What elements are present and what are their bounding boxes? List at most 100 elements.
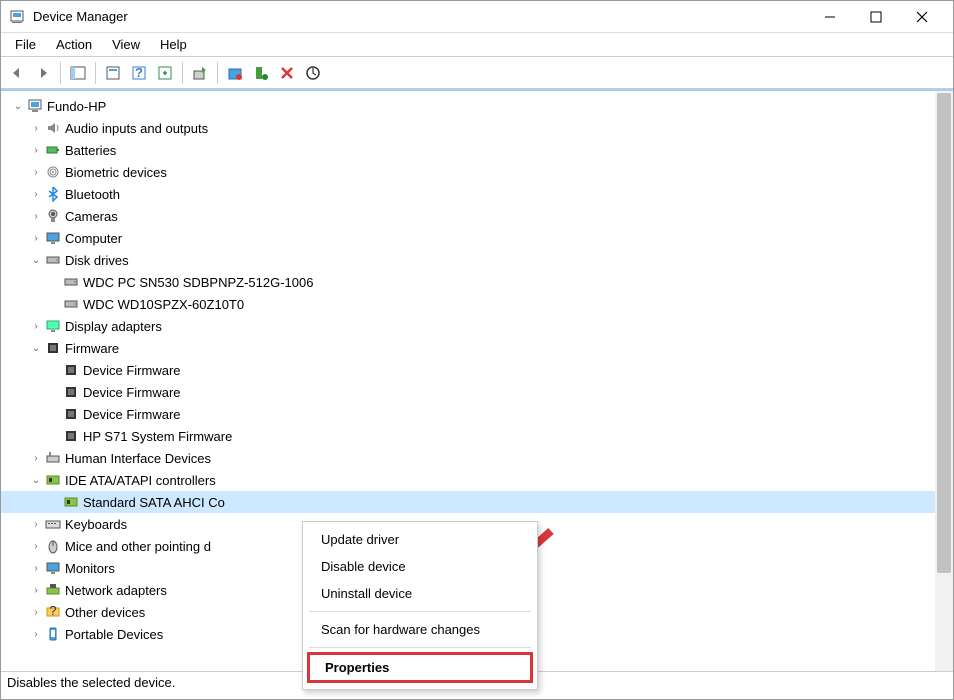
back-button[interactable] [5, 61, 29, 85]
node-label: Biometric devices [65, 165, 167, 180]
chevron-right-icon[interactable]: › [29, 189, 43, 200]
speaker-icon [45, 120, 61, 136]
chevron-right-icon[interactable]: › [29, 321, 43, 332]
menu-action[interactable]: Action [46, 35, 102, 54]
tree-fw-1[interactable]: Device Firmware [1, 359, 935, 381]
vertical-scrollbar[interactable] [935, 91, 953, 671]
minimize-button[interactable] [807, 1, 853, 33]
chevron-right-icon[interactable]: › [29, 211, 43, 222]
tree-cameras[interactable]: › Cameras [1, 205, 935, 227]
app-icon [9, 9, 25, 25]
menu-help[interactable]: Help [150, 35, 197, 54]
chevron-right-icon[interactable]: › [29, 541, 43, 552]
tree-biometric[interactable]: › Biometric devices [1, 161, 935, 183]
help-button[interactable]: ? [127, 61, 151, 85]
tree-disk-1[interactable]: WDC PC SN530 SDBPNPZ-512G-1006 [1, 271, 935, 293]
node-label: Fundo-HP [47, 99, 106, 114]
tree-display[interactable]: › Display adapters [1, 315, 935, 337]
ctx-disable-device[interactable]: Disable device [303, 553, 537, 580]
disk-icon [63, 296, 79, 312]
chevron-right-icon[interactable]: › [29, 453, 43, 464]
maximize-button[interactable] [853, 1, 899, 33]
node-label: Device Firmware [83, 385, 181, 400]
chip-icon [63, 406, 79, 422]
node-label: Disk drives [65, 253, 129, 268]
chevron-right-icon[interactable]: › [29, 585, 43, 596]
status-text: Disables the selected device. [7, 675, 175, 690]
menu-bar: File Action View Help [1, 33, 953, 57]
window-title: Device Manager [33, 9, 807, 24]
node-label: Standard SATA AHCI Co [83, 495, 225, 510]
display-icon [45, 318, 61, 334]
chevron-right-icon[interactable]: › [29, 607, 43, 618]
tree-audio[interactable]: › Audio inputs and outputs [1, 117, 935, 139]
portable-icon [45, 626, 61, 642]
scrollbar-thumb[interactable] [937, 93, 951, 573]
node-label: Device Firmware [83, 363, 181, 378]
mouse-icon [45, 538, 61, 554]
tree-fw-4[interactable]: HP S71 System Firmware [1, 425, 935, 447]
tree-bluetooth[interactable]: › Bluetooth [1, 183, 935, 205]
computer-icon [27, 98, 43, 114]
node-label: Bluetooth [65, 187, 120, 202]
properties-button[interactable] [101, 61, 125, 85]
menu-file[interactable]: File [5, 35, 46, 54]
chevron-right-icon[interactable]: › [29, 167, 43, 178]
tree-fw-3[interactable]: Device Firmware [1, 403, 935, 425]
tree-sata-controller[interactable]: Standard SATA AHCI Co [1, 491, 935, 513]
separator [309, 647, 531, 648]
node-label: WDC WD10SPZX-60Z10T0 [83, 297, 244, 312]
chevron-right-icon[interactable]: › [29, 123, 43, 134]
node-label: Firmware [65, 341, 119, 356]
ctx-scan-hardware[interactable]: Scan for hardware changes [303, 616, 537, 643]
node-label: Network adapters [65, 583, 167, 598]
monitor-icon [45, 230, 61, 246]
tree-computer[interactable]: › Computer [1, 227, 935, 249]
enable-button[interactable] [249, 61, 273, 85]
tree-firmware[interactable]: ⌄ Firmware [1, 337, 935, 359]
chevron-right-icon[interactable]: › [29, 145, 43, 156]
uninstall-button[interactable] [275, 61, 299, 85]
disk-icon [45, 252, 61, 268]
disable-button[interactable] [223, 61, 247, 85]
ctx-uninstall-device[interactable]: Uninstall device [303, 580, 537, 607]
tree-fw-2[interactable]: Device Firmware [1, 381, 935, 403]
node-label: Batteries [65, 143, 116, 158]
node-label: Other devices [65, 605, 145, 620]
node-label: Computer [65, 231, 122, 246]
node-label: Display adapters [65, 319, 162, 334]
chip-icon [63, 384, 79, 400]
chip-icon [63, 428, 79, 444]
other-icon: ? [45, 604, 61, 620]
chevron-right-icon[interactable]: › [29, 563, 43, 574]
tree-disk-drives[interactable]: ⌄ Disk drives [1, 249, 935, 271]
tree-ide[interactable]: ⌄ IDE ATA/ATAPI controllers [1, 469, 935, 491]
chevron-down-icon[interactable]: ⌄ [29, 475, 43, 486]
context-menu: Update driver Disable device Uninstall d… [302, 521, 538, 690]
chevron-right-icon[interactable]: › [29, 629, 43, 640]
controller-icon [63, 494, 79, 510]
forward-button[interactable] [31, 61, 55, 85]
action-button[interactable] [153, 61, 177, 85]
tree-disk-2[interactable]: WDC WD10SPZX-60Z10T0 [1, 293, 935, 315]
chevron-down-icon[interactable]: ⌄ [29, 343, 43, 354]
ctx-update-driver[interactable]: Update driver [303, 526, 537, 553]
scan-hardware-button[interactable] [301, 61, 325, 85]
tree-batteries[interactable]: › Batteries [1, 139, 935, 161]
menu-view[interactable]: View [102, 35, 150, 54]
node-label: Cameras [65, 209, 118, 224]
separator [309, 611, 531, 612]
tree-root[interactable]: ⌄ Fundo-HP [1, 95, 935, 117]
node-label: Audio inputs and outputs [65, 121, 208, 136]
close-button[interactable] [899, 1, 945, 33]
tree-hid[interactable]: › Human Interface Devices [1, 447, 935, 469]
chevron-right-icon[interactable]: › [29, 519, 43, 530]
network-icon [45, 582, 61, 598]
chevron-down-icon[interactable]: ⌄ [11, 101, 25, 112]
chevron-down-icon[interactable]: ⌄ [29, 255, 43, 266]
show-hide-tree-button[interactable] [66, 61, 90, 85]
chevron-right-icon[interactable]: › [29, 233, 43, 244]
ctx-properties[interactable]: Properties [307, 652, 533, 683]
node-label: Keyboards [65, 517, 127, 532]
update-driver-button[interactable] [188, 61, 212, 85]
